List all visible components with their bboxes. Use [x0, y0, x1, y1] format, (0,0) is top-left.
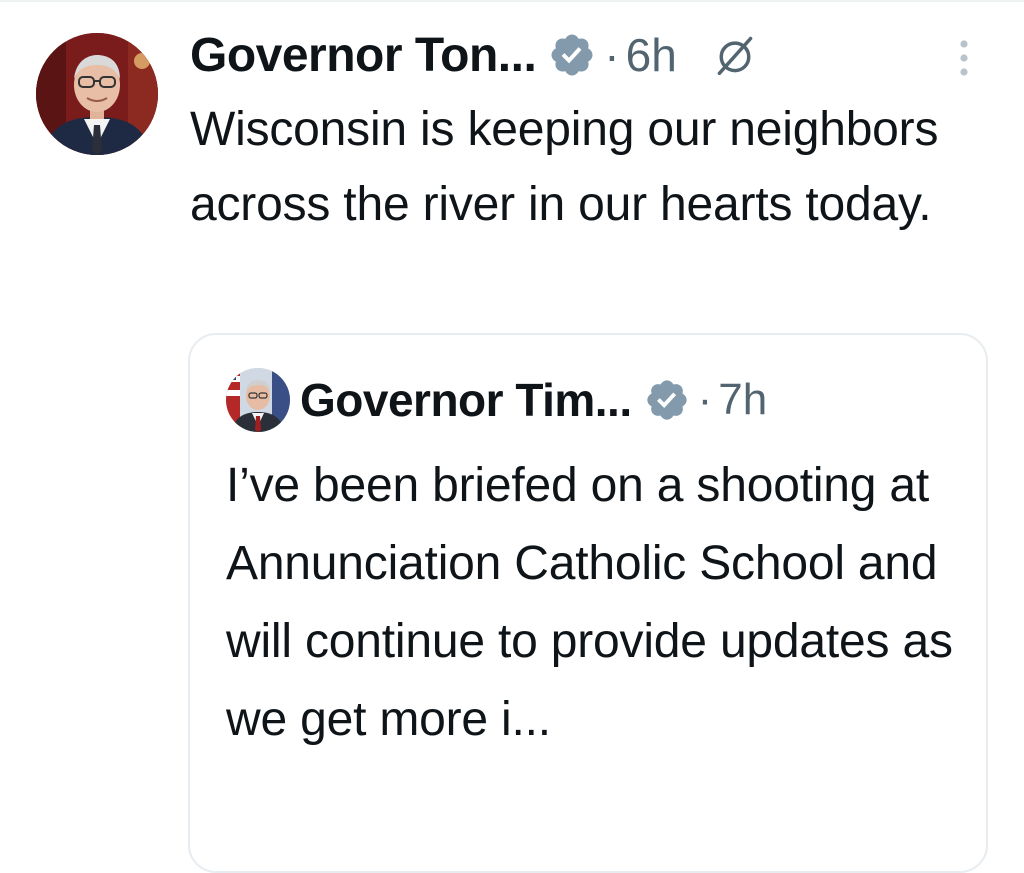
- more-options-icon[interactable]: [954, 38, 974, 78]
- tweet-header: Governor Ton... · 6h: [190, 20, 757, 90]
- quoted-tweet-text: I’ve been briefed on a shooting at Annun…: [226, 459, 953, 746]
- quoted-verified-badge-icon[interactable]: [644, 377, 690, 423]
- quoted-tweet-header: Governor Tim... · 7h: [226, 365, 767, 435]
- quoted-author-avatar-image: [226, 368, 290, 432]
- quoted-author-avatar[interactable]: [226, 368, 290, 432]
- quoted-tweet-timestamp[interactable]: 7h: [718, 375, 767, 425]
- tweet[interactable]: Governor Ton... · 6h Wisconsin is keepin…: [0, 0, 1024, 873]
- author-avatar-image: [36, 33, 158, 155]
- verified-badge-icon[interactable]: [548, 31, 596, 79]
- grok-icon[interactable]: [713, 33, 757, 77]
- author-avatar[interactable]: [36, 33, 158, 155]
- tweet-timestamp[interactable]: 6h: [626, 28, 677, 82]
- quoted-author-name[interactable]: Governor Tim...: [300, 373, 632, 427]
- separator-dot: ·: [604, 29, 620, 81]
- tweet-text: Wisconsin is keeping our neighbors acros…: [190, 103, 939, 231]
- author-name[interactable]: Governor Ton...: [190, 28, 537, 83]
- quoted-separator-dot: ·: [697, 375, 713, 424]
- quoted-tweet-card[interactable]: Governor Tim... · 7h I’ve been briefed o…: [188, 333, 988, 873]
